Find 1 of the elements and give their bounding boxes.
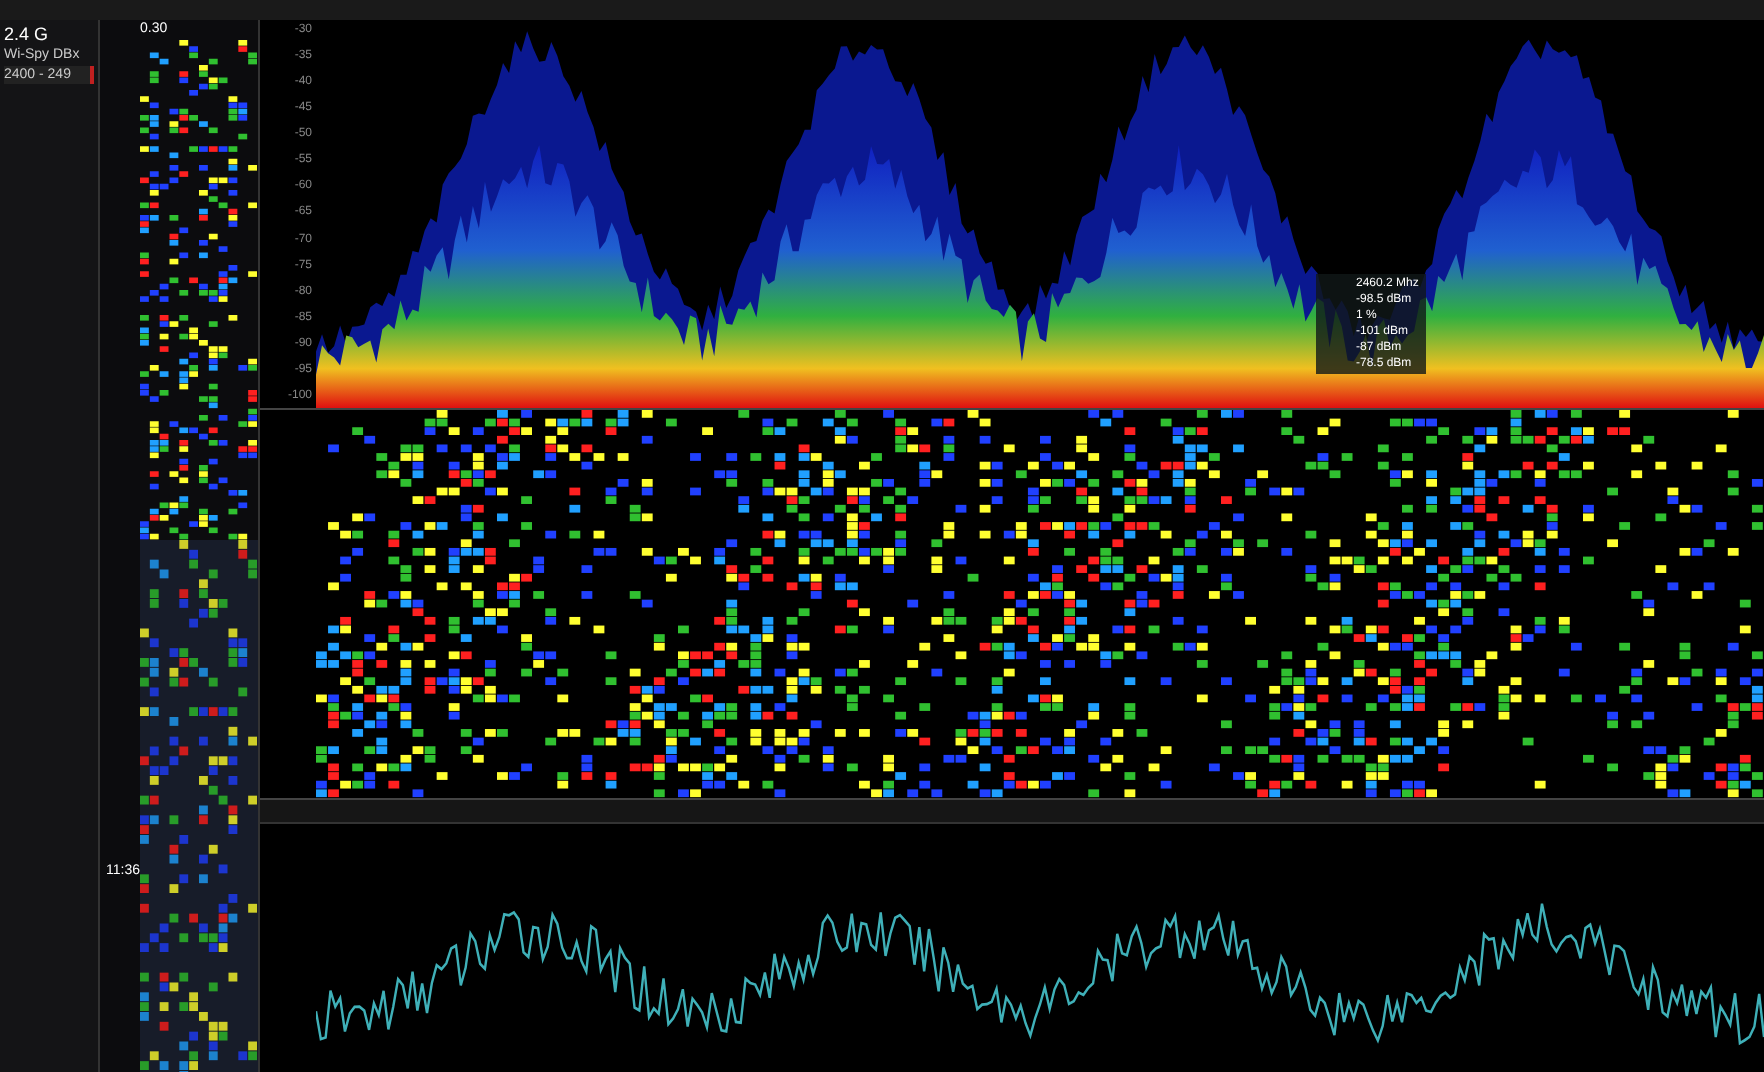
band-label: 2.4 G xyxy=(4,24,51,44)
